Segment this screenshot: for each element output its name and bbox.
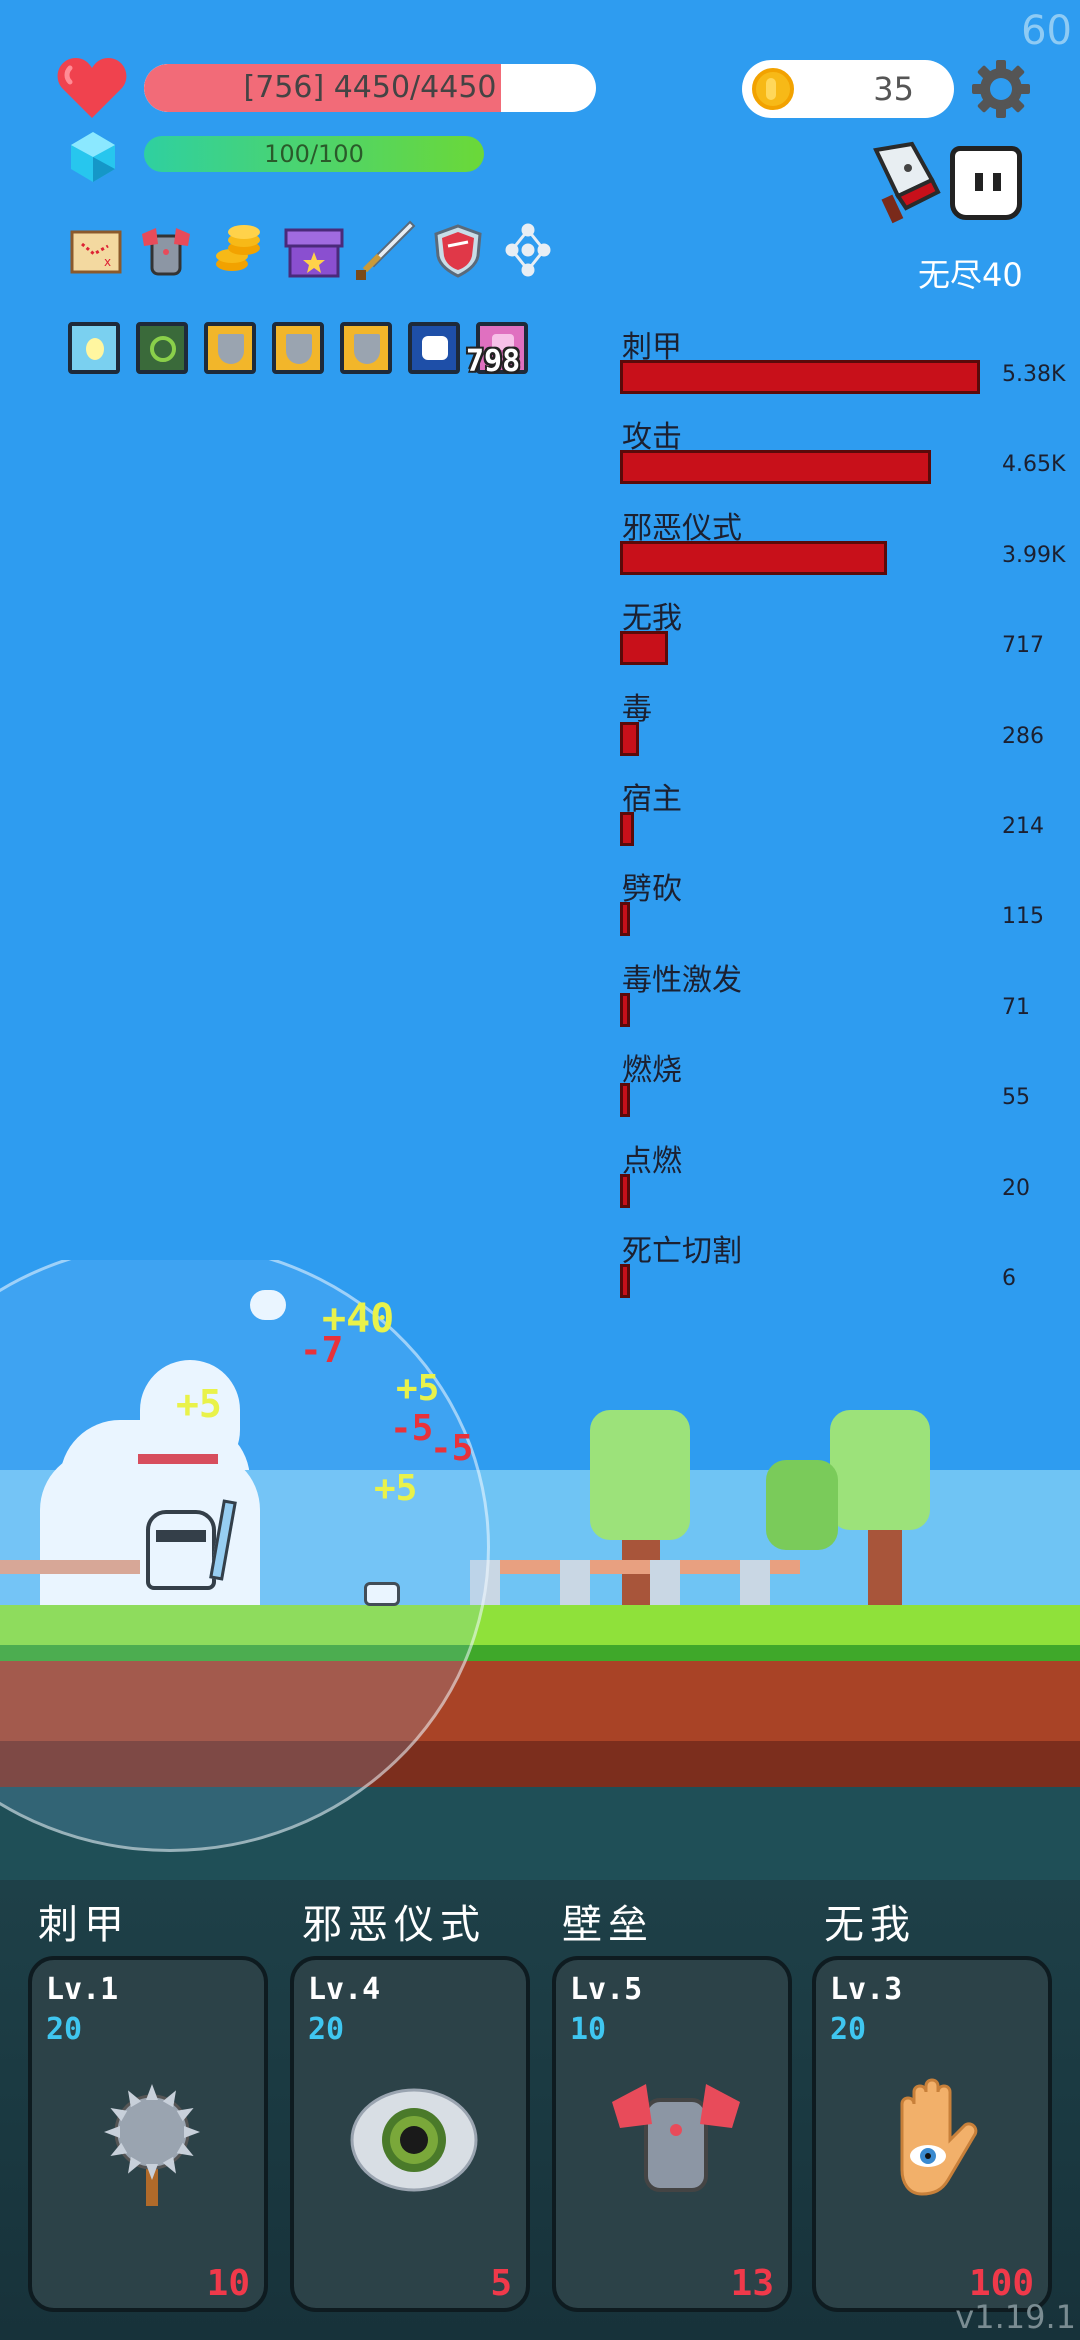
map-icon[interactable]: x [68,224,124,280]
damage-stat-bar [620,360,980,394]
eye-icon [344,2070,484,2210]
skill-cost: 20 [830,2012,867,2047]
damage-stat-row: 劈砍 115 [620,864,1080,954]
heart-icon [57,58,127,118]
endless-mode-label: 无尽40 [918,256,1023,294]
armor-icon[interactable] [138,224,194,280]
gear-icon[interactable] [970,58,1032,120]
damage-stat-bar [620,992,630,1027]
network-icon[interactable] [500,222,556,278]
damage-stat-row: 毒 286 [620,684,1080,774]
coin-icon [752,68,794,110]
damage-stat-bar [620,902,630,937]
damage-stat-row: 邪恶仪式 3.99K [620,503,1080,593]
skill-cost: 10 [570,2012,607,2047]
damage-stat-row: 燃烧 55 [620,1045,1080,1135]
damage-stat-row: 毒性激发 71 [620,955,1080,1045]
hp-text: [756] 4450/4450 [243,70,497,105]
skill-card[interactable]: Lv.3 20 100 [812,1956,1052,2312]
damage-stat-value: 3.99K [1002,542,1066,568]
damage-stat-bar [620,631,668,666]
coin-value: 35 [873,70,914,108]
shield-icon[interactable] [430,222,486,278]
skill-level: Lv.3 [830,1972,903,2007]
damage-stat-bar [620,1083,630,1118]
damage-stat-name: 点燃 [622,1143,682,1179]
skill-cost: 20 [308,2012,345,2047]
ghost-icon[interactable] [950,146,1022,220]
hp-bar: [756] 4450/4450 [144,64,596,112]
damage-stat-value: 20 [1002,1175,1030,1201]
damage-stat-bar [620,721,639,756]
hamsa-hand-icon [866,2070,1006,2210]
coins-stack-icon[interactable] [210,222,266,278]
skill-level: Lv.1 [46,1972,119,2007]
damage-stat-bar [620,812,634,846]
damage-stat-bar [620,450,931,485]
damage-stat-value: 214 [1002,814,1044,839]
coin-counter: 35 [742,60,954,118]
skill-title: 刺甲 [38,1902,130,1948]
damage-stat-value: 717 [1002,633,1044,659]
battle-scene: +40 -7 +5 +5 -5 -5 +5 [0,1260,1080,1880]
crystal-icon [71,132,115,182]
damage-stat-value: 286 [1002,723,1044,749]
damage-stat-name: 毒性激发 [622,962,742,998]
fps-counter: 60 [1021,8,1072,54]
floating-number: +5 [374,1468,418,1509]
damage-stat-bar [620,540,887,575]
mp-text: 100/100 [264,140,364,168]
relic-count: 798 [466,344,521,379]
floating-number: +5 [396,1368,440,1409]
skill-title: 壁垒 [562,1902,654,1948]
skill-price: 13 [730,2263,774,2304]
damage-stat-row: 宿主 214 [620,774,1080,864]
svg-text:x: x [104,255,111,269]
skill-card[interactable]: Lv.1 20 10 [28,1956,268,2312]
damage-stat-row: 点燃 20 [620,1136,1080,1226]
version-label: v1.19.1 [955,2298,1076,2336]
skill-card[interactable]: Lv.5 10 13 [552,1956,792,2312]
skill-price: 10 [206,2263,250,2304]
damage-stat-value: 71 [1002,994,1030,1020]
skill-title: 邪恶仪式 [302,1902,486,1948]
skill-card[interactable]: Lv.4 20 5 [290,1956,530,2312]
damage-stat-row: 刺甲 5.38K [620,322,1080,412]
skill-level: Lv.4 [308,1972,381,2007]
damage-stat-name: 燃烧 [622,1053,682,1089]
damage-stat-bar [620,1173,630,1208]
skill-cost: 20 [46,2012,83,2047]
damage-stat-name: 劈砍 [622,872,682,908]
damage-stat-row: 攻击 4.65K [620,412,1080,502]
floating-number: +5 [176,1382,222,1426]
skill-level: Lv.5 [570,1972,643,2007]
skill-price: 5 [490,2263,512,2304]
damage-stat-value: 5.38K [1002,362,1066,387]
damage-stat-value: 4.65K [1002,452,1066,478]
cleaver-icon [873,141,941,224]
damage-stat-value: 55 [1002,1085,1030,1111]
damage-stat-value: 115 [1002,904,1044,930]
spiked-mace-icon [82,2070,222,2210]
skill-title: 无我 [824,1902,916,1948]
damage-stat-row: 无我 717 [620,593,1080,683]
silver-shield-relic-icon[interactable] [340,322,392,374]
glow-relic-icon[interactable] [68,322,120,374]
armor-icon [606,2070,746,2210]
floating-number: -5 [430,1428,474,1469]
frost-relic-icon[interactable] [408,322,460,374]
vine-relic-icon[interactable] [136,322,188,374]
floating-number: -7 [300,1330,344,1371]
mp-bar: 100/100 [144,136,484,172]
floating-number: -5 [390,1408,434,1449]
sword-icon[interactable] [352,218,418,284]
chest-icon[interactable] [282,224,346,280]
silver-shield-relic-icon[interactable] [272,322,324,374]
silver-shield-relic-icon[interactable] [204,322,256,374]
